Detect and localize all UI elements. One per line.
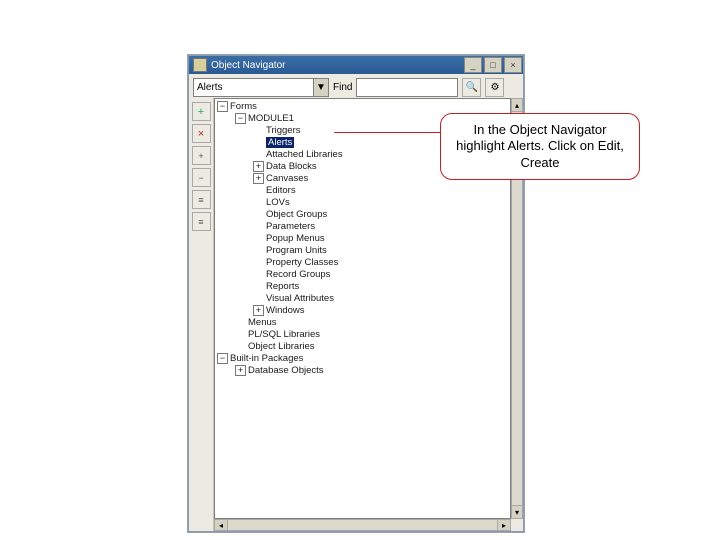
tree-node-label: Menus [248,317,277,328]
tree-node-label: Triggers [266,125,301,136]
chevron-down-icon[interactable]: ▼ [313,79,328,96]
tree-node[interactable]: Visual Attributes [253,293,508,305]
toolbar: Alerts ▼ Find 🔍 ⚙ [189,74,523,101]
tree-node-label: Attached Libraries [266,149,343,160]
tree-node-label: Record Groups [266,269,330,280]
delete-button[interactable]: × [192,124,211,143]
collapse-icon[interactable]: − [217,101,228,112]
tree-node-label: Visual Attributes [266,293,334,304]
tree-node[interactable]: Editors [253,185,508,197]
search-icon[interactable]: 🔍 [462,78,481,97]
scroll-right-icon[interactable]: ▸ [497,520,510,530]
tree-node[interactable]: Program Units [253,245,508,257]
tree-node-label: Popup Menus [266,233,325,244]
scroll-down-icon[interactable]: ▾ [512,505,522,518]
tree-node[interactable]: PL/SQL Libraries [235,329,508,341]
find-input[interactable] [356,78,458,97]
tree-node[interactable]: Reports [253,281,508,293]
collapse-icon[interactable]: − [217,353,228,364]
tree-node[interactable]: +Database Objects [235,365,508,377]
tool-button[interactable]: ⚙ [485,78,504,97]
tree-node-label: Built-in Packages [230,353,303,364]
tree-node[interactable]: Object Groups [253,209,508,221]
expand-icon[interactable]: + [253,173,264,184]
tree-node-label: Parameters [266,221,315,232]
tree-node-label: Object Groups [266,209,327,220]
maximize-button[interactable]: □ [484,57,502,73]
tree-node[interactable]: Parameters [253,221,508,233]
tree-node-label: Data Blocks [266,161,317,172]
scroll-up-icon[interactable]: ▴ [512,99,522,112]
horizontal-scrollbar[interactable]: ◂ ▸ [214,519,511,531]
expand-icon[interactable]: + [253,305,264,316]
tree-node[interactable]: −Built-in Packages [217,353,508,365]
tree-node[interactable]: Menus [235,317,508,329]
side-toolbar: + × + − ≡ ≡ [189,98,214,531]
collapse-button[interactable]: − [192,168,211,187]
expand-icon[interactable]: + [235,365,246,376]
tree-node[interactable]: Popup Menus [253,233,508,245]
callout-leader-line [334,132,442,133]
collapse-icon[interactable]: − [235,113,246,124]
tree-node-label: MODULE1 [248,113,294,124]
collapse-all-button[interactable]: ≡ [192,212,211,231]
create-button[interactable]: + [192,102,211,121]
find-label: Find [333,82,352,93]
close-button[interactable]: × [504,57,522,73]
tree-node-label: Program Units [266,245,327,256]
callout-text: In the Object Navigator highlight Alerts… [456,122,624,170]
tree-node-label: LOVs [266,197,290,208]
expand-all-button[interactable]: ≡ [192,190,211,209]
combo-value: Alerts [197,82,223,93]
tree-node-label: Canvases [266,173,308,184]
tree-node-label: PL/SQL Libraries [248,329,320,340]
tree-node[interactable]: Record Groups [253,269,508,281]
tree-node[interactable]: LOVs [253,197,508,209]
scroll-left-icon[interactable]: ◂ [215,520,228,530]
instruction-callout: In the Object Navigator highlight Alerts… [440,113,640,180]
tree-node[interactable]: −Forms [217,101,508,113]
tree-node-label: Editors [266,185,296,196]
window-title: Object Navigator [211,60,463,71]
tree-node-label: Alerts [266,137,294,148]
tree-node-label: Forms [230,101,257,112]
tree-node[interactable]: +Windows [253,305,508,317]
tree-node-label: Reports [266,281,299,292]
minimize-button[interactable]: _ [464,57,482,73]
expand-button[interactable]: + [192,146,211,165]
object-type-combo[interactable]: Alerts ▼ [193,78,329,97]
app-icon [193,58,207,72]
expand-icon[interactable]: + [253,161,264,172]
tree-node[interactable]: Property Classes [253,257,508,269]
tree-node-label: Windows [266,305,305,316]
tree-node[interactable]: Object Libraries [235,341,508,353]
titlebar[interactable]: Object Navigator _ □ × [189,56,523,74]
tree-node-label: Database Objects [248,365,324,376]
tree-node-label: Object Libraries [248,341,315,352]
tree-node-label: Property Classes [266,257,338,268]
